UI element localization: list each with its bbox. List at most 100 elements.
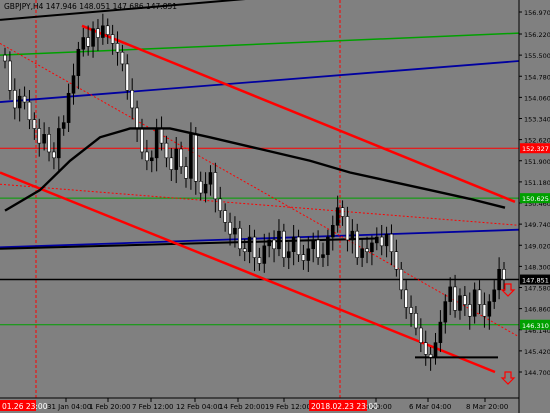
candle-body	[8, 60, 12, 91]
price-tick-label: 156.220	[524, 31, 550, 39]
price-tick-label: 155.500	[524, 52, 550, 60]
price-tick-label: 145.420	[524, 348, 550, 356]
candle-body	[335, 207, 340, 226]
candle-body	[414, 313, 418, 329]
chart-header-ohlc: GBPJPY,H4 147.946 148.051 147.686 147.85…	[4, 2, 177, 11]
candle-body	[394, 251, 399, 270]
candle-body	[130, 90, 134, 109]
price-tick-label: 153.340	[524, 116, 550, 124]
candle-body	[135, 107, 139, 129]
candle-body	[423, 342, 428, 355]
candle-body	[198, 180, 203, 194]
candle-body	[379, 236, 384, 247]
candle-body	[419, 327, 423, 343]
price-label: 152.327	[522, 145, 549, 153]
candle-body	[365, 248, 369, 253]
candle-body	[213, 172, 218, 200]
time-tick-label: 1 Feb 20:00	[89, 403, 130, 411]
candle-body	[32, 119, 37, 129]
candle-body	[438, 321, 443, 343]
candle-body	[174, 148, 179, 170]
candle-body	[502, 269, 506, 280]
candle-body	[282, 230, 286, 258]
candle-body	[12, 90, 17, 109]
price-tick-label: 154.780	[524, 73, 550, 81]
candle-body	[272, 239, 276, 250]
candle-body	[189, 134, 193, 179]
candle-body	[311, 239, 316, 250]
candle-body	[223, 210, 227, 223]
candle-body	[110, 34, 115, 44]
candle-body	[350, 230, 355, 241]
price-chart[interactable]: 156.970 156.220 155.500 154.780 154.060 153.3…	[0, 0, 550, 413]
candle-body	[370, 242, 374, 253]
candle-body	[345, 216, 350, 241]
candle-body	[115, 43, 120, 53]
candle-body	[76, 48, 81, 76]
candle-body	[389, 233, 394, 253]
candle-body	[91, 28, 95, 47]
time-tick-label: 12 Feb 04:00	[176, 403, 222, 411]
time-tick-label: 8 Mar 20:00	[466, 403, 508, 411]
price-tick-label: 149.020	[524, 242, 550, 250]
price-tick-label: 156.970	[524, 9, 550, 17]
candle-body	[487, 301, 492, 317]
candle-body	[57, 128, 61, 159]
candle-body	[52, 151, 56, 159]
candle-body	[81, 37, 86, 50]
candle-body	[463, 295, 467, 305]
candle-body	[428, 354, 433, 358]
candle-body	[477, 289, 482, 305]
candle-body	[203, 183, 208, 194]
price-tick-label: 144.700	[524, 369, 550, 377]
candle-body	[326, 236, 330, 255]
candle-body	[86, 37, 90, 47]
candle-body	[105, 25, 110, 35]
candle-body	[233, 227, 237, 235]
price-tick-label: 149.740	[524, 221, 550, 229]
candle-body	[101, 25, 105, 38]
price-tick-label: 146.860	[524, 306, 550, 314]
price-tick-label: 151.180	[524, 179, 550, 187]
candle-body	[169, 157, 174, 170]
candle-body	[296, 236, 301, 255]
candle-body	[458, 295, 462, 311]
candle-body	[267, 239, 271, 247]
candle-body	[140, 128, 144, 153]
candle-body	[409, 307, 413, 314]
candle-body	[291, 236, 296, 253]
candle-body	[252, 236, 257, 258]
candle-body	[47, 134, 51, 153]
candle-body	[482, 304, 487, 317]
price-tick-label: 148.300	[524, 263, 550, 271]
candle-body	[277, 230, 281, 250]
candle-body	[238, 227, 242, 250]
price-tick-label: 154.060	[524, 94, 550, 102]
candle-body	[17, 95, 22, 109]
candle-body	[301, 254, 306, 261]
candle-body	[433, 342, 438, 358]
candle-body	[321, 254, 325, 258]
candle-body	[149, 157, 154, 162]
candle-body	[27, 101, 32, 120]
time-tick-label: 31 Jan 04:00	[47, 403, 91, 411]
time-highlight-left: 01.26 23:00	[2, 402, 48, 411]
candle-body	[208, 172, 213, 185]
candle-body	[184, 166, 188, 179]
price-label: 147.851	[522, 277, 549, 285]
candle-body	[453, 286, 457, 311]
candle-body	[448, 286, 452, 302]
candle-body	[399, 269, 404, 291]
candle-body	[242, 248, 247, 253]
candle-body	[472, 289, 477, 317]
candle-body	[286, 251, 291, 258]
candle-body	[164, 142, 169, 159]
candle-body	[340, 207, 345, 217]
candle-body	[66, 92, 71, 123]
candle-body	[492, 289, 497, 302]
candle-body	[257, 257, 262, 264]
candle-body	[159, 128, 164, 144]
candle-body	[71, 75, 76, 94]
candle-body	[404, 289, 408, 308]
candle-body	[125, 63, 130, 91]
